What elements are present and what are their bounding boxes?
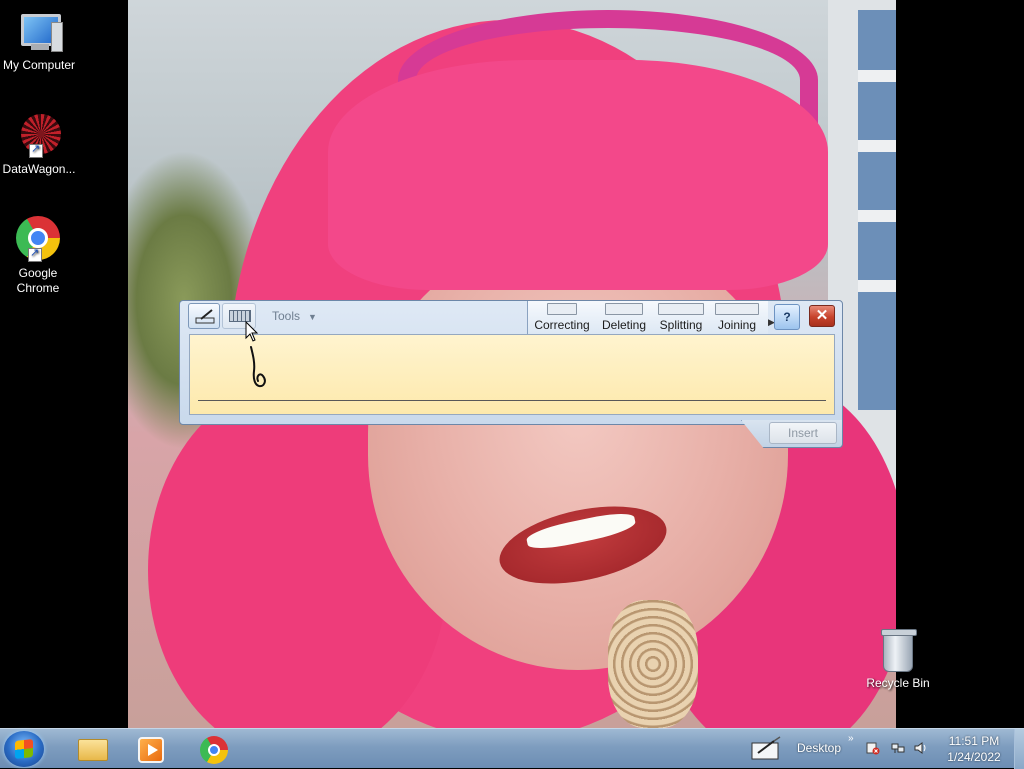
writing-pad-button[interactable] — [188, 303, 220, 329]
shortcut-arrow-icon — [29, 142, 43, 158]
splitting-icon — [658, 303, 704, 315]
folder-icon — [78, 739, 108, 761]
computer-icon — [15, 8, 63, 56]
taskbar-explorer[interactable] — [66, 733, 116, 765]
tablet-input-panel-icon[interactable] — [750, 735, 784, 763]
deleting-icon — [605, 303, 643, 315]
gesture-splitting[interactable]: Splitting — [656, 303, 706, 332]
wallpaper-floor — [858, 70, 896, 82]
handwriting-ink — [250, 346, 266, 388]
volume-icon[interactable] — [914, 741, 928, 755]
taskbar-chrome[interactable] — [188, 733, 238, 765]
desktop-icon-label: DataWagon... — [2, 162, 76, 176]
tools-label: Tools — [272, 309, 301, 323]
chevron-down-icon: ▼ — [308, 312, 317, 322]
correcting-icon — [547, 303, 577, 315]
input-panel-frame: Tools ▼ Correcting Deleting Splitting Jo… — [179, 300, 843, 425]
gesture-joining[interactable]: Joining — [714, 303, 760, 332]
desktop-icon-my-computer[interactable]: My Computer — [0, 8, 78, 73]
writing-baseline — [198, 400, 826, 401]
wallpaper-bangs — [328, 60, 828, 290]
media-player-icon — [138, 737, 164, 763]
gesture-label: Splitting — [659, 318, 703, 332]
desktop-toolbar-label[interactable]: Desktop — [797, 741, 841, 755]
close-button[interactable]: ✕ — [809, 305, 835, 327]
tablet-input-panel: Tools ▼ Correcting Deleting Splitting Jo… — [179, 300, 843, 450]
desktop-icon-datawagon[interactable]: DataWagon... — [0, 112, 78, 177]
desktop: My Computer DataWagon... Google Chrome R… — [0, 0, 1024, 728]
gesture-label: Deleting — [601, 318, 647, 332]
mouse-cursor-icon — [245, 321, 259, 342]
datawagon-icon — [15, 112, 63, 160]
tools-menu[interactable]: Tools ▼ — [272, 309, 317, 323]
writing-pad[interactable] — [189, 334, 835, 415]
chrome-icon — [200, 736, 228, 764]
desktop-icon-label: My Computer — [2, 58, 76, 72]
pen-icon — [195, 309, 215, 324]
show-desktop-button[interactable] — [1014, 729, 1024, 769]
desktop-icon-google-chrome[interactable]: Google Chrome — [0, 216, 76, 296]
gesture-label: Correcting — [534, 318, 590, 332]
windows-logo-icon — [15, 739, 33, 759]
gesture-correcting[interactable]: Correcting — [532, 303, 592, 332]
help-button[interactable]: ? — [774, 304, 800, 330]
wallpaper-floor — [858, 280, 896, 292]
gesture-toolbar: Correcting Deleting Splitting Joining — [527, 301, 768, 334]
action-center-icon[interactable] — [866, 741, 880, 755]
desktop-icon-label: Google Chrome — [16, 266, 60, 295]
gesture-label: Joining — [717, 318, 757, 332]
joining-icon — [715, 303, 759, 315]
network-icon[interactable] — [891, 741, 905, 755]
start-button[interactable] — [4, 731, 44, 767]
insert-button[interactable]: Insert — [769, 422, 837, 444]
wallpaper-floor — [858, 140, 896, 152]
gesture-deleting[interactable]: Deleting — [598, 303, 650, 332]
desktop-icon-label: Recycle Bin — [866, 676, 930, 690]
clock-date: 1/24/2022 — [947, 750, 1001, 764]
recycle-bin-icon — [881, 629, 917, 672]
chrome-icon — [14, 216, 62, 264]
shortcut-arrow-icon — [28, 246, 42, 262]
wallpaper-necklace — [608, 600, 698, 728]
desktop-icon-recycle-bin[interactable]: Recycle Bin — [860, 629, 936, 690]
wallpaper-floor — [858, 210, 896, 222]
system-clock[interactable]: 11:51 PM 1/24/2022 — [936, 733, 1012, 765]
taskbar: Desktop » 11:51 PM 1/24/2022 — [0, 728, 1024, 769]
taskbar-media-player[interactable] — [126, 733, 176, 765]
toolbar-chevron-icon[interactable]: » — [848, 733, 854, 744]
clock-time: 11:51 PM — [948, 734, 1000, 748]
